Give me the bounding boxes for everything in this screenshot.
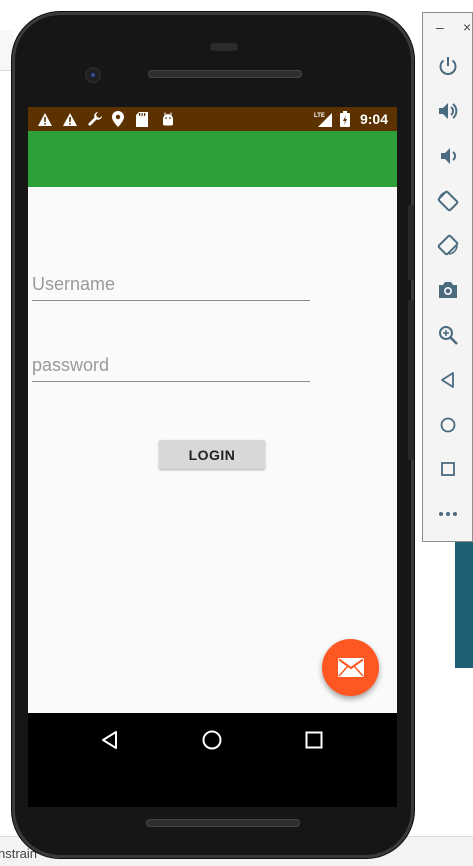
android-icon [161,111,175,127]
status-time: 9:04 [359,111,388,127]
close-button[interactable]: × [463,19,471,35]
volume-down-button[interactable] [433,141,463,171]
navigation-bar [28,713,397,767]
top-speaker [148,70,302,78]
mail-icon [337,658,364,677]
login-content: LOGIN [28,187,397,713]
emulator-back-button[interactable] [433,365,463,395]
rotate-right-button[interactable] [433,230,463,260]
emulator-window-controls: – × [423,13,473,45]
nav-recents-button[interactable] [301,727,327,753]
login-button[interactable]: LOGIN [159,440,265,469]
status-bar: LTE 9:04 [28,107,397,131]
emulator-toolbar: – × [422,12,473,542]
svg-text:LTE: LTE [314,113,325,119]
power-button[interactable] [433,51,463,81]
username-field[interactable] [32,268,310,301]
screenshot-button[interactable] [433,275,463,305]
overview-icon [441,462,455,476]
warning-icon [37,111,53,127]
front-camera [86,68,100,82]
volume-down-icon [441,148,456,164]
zoom-button[interactable] [433,320,463,350]
bottom-speaker [146,819,300,827]
rotate-left-button[interactable] [433,186,463,216]
volume-up-icon [439,103,458,119]
rotate-left-icon [437,190,459,212]
recents-icon [305,731,323,749]
volume-up-button[interactable] [433,96,463,126]
more-icon [439,512,457,516]
email-fab[interactable] [322,639,379,696]
minimize-button[interactable]: – [436,19,444,35]
home-icon [202,730,222,750]
device-screen: LTE 9:04 LOGIN [28,107,397,807]
home-icon [440,417,456,433]
sdcard-icon [136,111,148,127]
camera-icon [439,282,457,298]
warning-icon [62,111,78,127]
phone-volume-key [408,300,414,460]
password-input[interactable] [32,349,310,381]
nav-back-button[interactable] [97,727,123,753]
password-field[interactable] [32,349,310,382]
ide-design-surface [455,540,473,668]
lte-icon: LTE [314,111,332,127]
username-input[interactable] [32,268,310,300]
earpiece [210,43,238,51]
zoom-icon [439,326,458,345]
back-icon [441,372,454,388]
location-icon [112,111,124,127]
back-icon [102,731,117,749]
wrench-icon [87,111,103,127]
emulator-home-button[interactable] [433,410,463,440]
nav-home-button[interactable] [199,727,225,753]
more-button[interactable] [433,499,463,529]
battery-icon [340,111,350,127]
app-toolbar [28,131,397,187]
emulator-overview-button[interactable] [433,454,463,484]
power-icon [439,57,457,75]
rotate-right-icon [437,234,459,256]
phone-power-key [408,205,414,280]
